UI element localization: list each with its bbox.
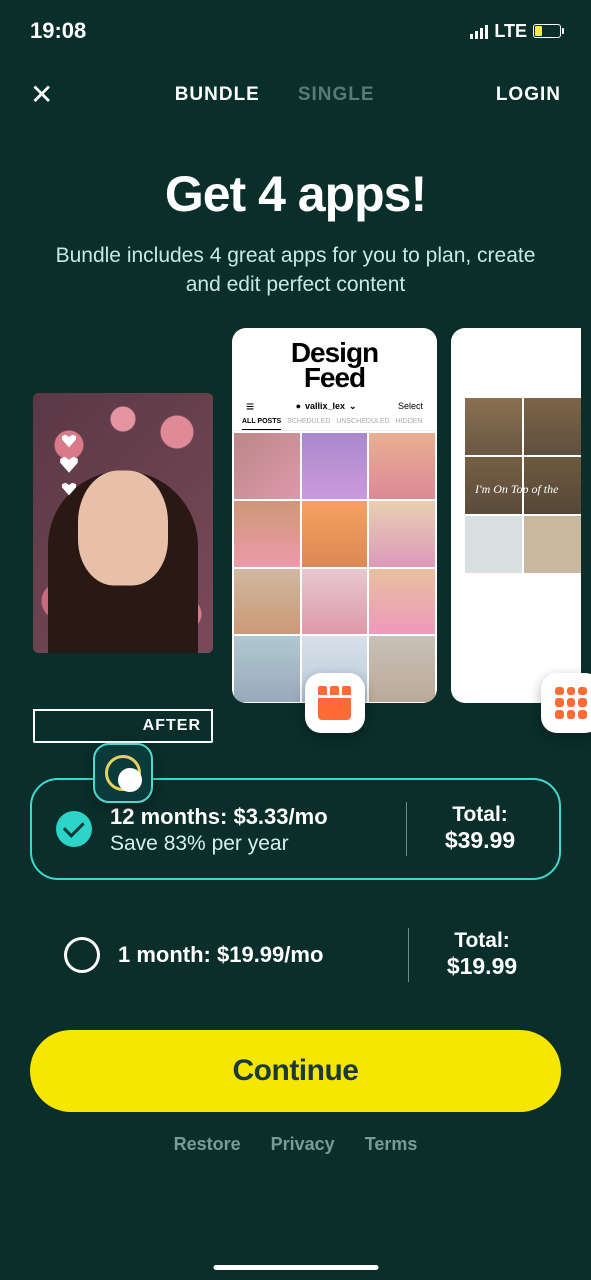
card2-image-grid [232,431,437,703]
login-button[interactable]: LOGIN [496,84,561,106]
card2-username: ● vallix_lex ⌄ [296,401,357,412]
page-subtitle: Bundle includes 4 great apps for you to … [40,241,551,300]
check-icon [56,811,92,847]
plan-1-month[interactable]: 1 month: $19.99/mo Total: $19.99 [30,906,561,1004]
continue-button[interactable]: Continue [30,1030,561,1112]
card2-title-2: Feed [304,362,365,393]
footer-links: Restore Privacy Terms [0,1134,591,1155]
nav-bar: ✕ BUNDLE SINGLE LOGIN [0,54,591,121]
plan1-subtitle: Save 83% per year [110,832,388,856]
card2-tab-all: ALL POSTS [242,418,281,430]
app-cards-carousel[interactable]: AFTER DesignFeed ≡ ● vallix_lex ⌄ Select… [0,328,591,728]
status-right: LTE [470,21,561,42]
page-title: Get 4 apps! [0,165,591,223]
signal-icon [470,23,488,39]
app-icon-grid[interactable] [541,673,591,733]
tab-bundle[interactable]: BUNDLE [175,84,260,106]
status-time: 19:08 [30,18,86,44]
plan2-total-value: $19.99 [427,953,537,980]
status-bar: 19:08 LTE [0,0,591,54]
app-icon-lens[interactable] [93,743,153,803]
after-label: AFTER [33,709,213,743]
plan1-total-value: $39.99 [425,827,535,854]
app-card-3: I'm On Top of the [451,328,581,703]
hamburger-icon: ≡ [246,398,254,414]
plan2-total-label: Total: [427,929,537,953]
close-icon[interactable]: ✕ [30,78,53,111]
home-indicator[interactable] [213,1265,378,1270]
battery-icon [533,24,561,38]
nav-tabs: BUNDLE SINGLE [53,84,495,106]
card3-caption: I'm On Top of the [475,482,581,497]
app-card-1: AFTER [28,328,218,743]
tab-single[interactable]: SINGLE [298,84,375,106]
network-label: LTE [494,21,527,42]
radio-icon [64,937,100,973]
app-card-2: DesignFeed ≡ ● vallix_lex ⌄ Select ALL P… [232,328,437,703]
app-icon-planner[interactable] [305,673,365,733]
restore-link[interactable]: Restore [174,1134,241,1155]
plan1-total-label: Total: [425,803,535,827]
privacy-link[interactable]: Privacy [271,1134,335,1155]
plan2-title: 1 month: $19.99/mo [118,940,390,970]
card2-select: Select [398,401,423,411]
plan1-title: 12 months: $3.33/mo [110,802,388,832]
terms-link[interactable]: Terms [365,1134,418,1155]
pricing-plans: 12 months: $3.33/mo Save 83% per year To… [0,728,591,1004]
